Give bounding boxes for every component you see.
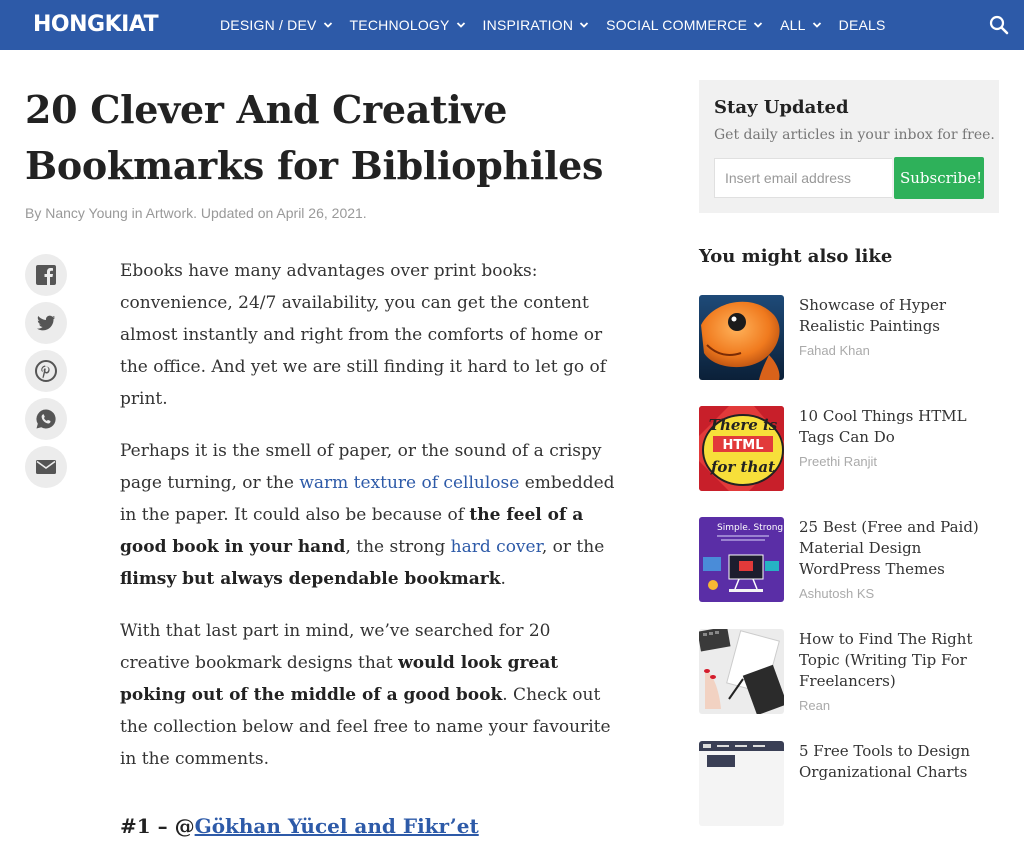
nav-item-label: DEALS — [838, 17, 886, 33]
nav-item-label: TECHNOLOGY — [349, 17, 450, 33]
related-title[interactable]: Showcase of Hyper Realistic Paintings — [799, 295, 999, 337]
share-buttons — [25, 254, 67, 494]
related-item[interactable]: Simple. Strong. 25 Best (Free and Paid) … — [699, 517, 1009, 603]
related-author: Fahad Khan — [799, 343, 870, 358]
thumb-text-line2: HTML — [723, 438, 764, 453]
share-facebook-button[interactable] — [25, 254, 67, 296]
paragraph-2: Perhaps it is the smell of paper, or the… — [120, 435, 620, 595]
email-input[interactable] — [714, 158, 892, 198]
share-email-button[interactable] — [25, 446, 67, 488]
nav-item-deals[interactable]: DEALS — [839, 17, 886, 33]
chevron-down-icon — [812, 22, 821, 28]
chevron-down-icon — [580, 22, 589, 28]
nav-item-label: ALL — [780, 17, 806, 33]
related-item[interactable]: How to Find The Right Topic (Writing Tip… — [699, 629, 1009, 715]
article-body: Ebooks have many advantages over print b… — [120, 255, 620, 841]
related-title[interactable]: 5 Free Tools to Design Organizational Ch… — [799, 741, 999, 783]
related-thumbnail-charts[interactable] — [699, 741, 784, 826]
share-pinterest-button[interactable] — [25, 350, 67, 392]
newsletter-box: Stay Updated Get daily articles in your … — [699, 80, 999, 213]
thumb-text: Simple. Strong. — [717, 523, 784, 533]
related-item[interactable]: There is HTML for that 10 Cool Things HT… — [699, 406, 1009, 492]
whatsapp-icon — [36, 409, 56, 429]
chevron-down-icon — [456, 22, 465, 28]
main-nav: DESIGN / DEV TECHNOLOGY INSPIRATION SOCI… — [220, 0, 903, 50]
article-title: 20 Clever And Creative Bookmarks for Bib… — [25, 87, 604, 188]
inline-link-hard-cover[interactable]: hard cover — [451, 537, 542, 557]
related-thumbnail-material[interactable]: Simple. Strong. — [699, 517, 784, 602]
nav-item-label: INSPIRATION — [482, 17, 574, 33]
twitter-icon — [37, 315, 56, 331]
byline-in: in — [127, 205, 146, 221]
nav-item-label: DESIGN / DEV — [220, 17, 317, 33]
nav-item-design-dev[interactable]: DESIGN / DEV — [220, 17, 333, 33]
chevron-down-icon — [323, 22, 332, 28]
related-thumbnail-html[interactable]: There is HTML for that — [699, 406, 784, 491]
nav-item-label: SOCIAL COMMERCE — [606, 17, 748, 33]
text: . — [500, 569, 506, 589]
heading-credit-link[interactable]: Gökhan Yücel and Fikr’et — [195, 814, 479, 838]
search-icon[interactable] — [989, 15, 1009, 35]
text: , the strong — [345, 537, 451, 557]
heading-prefix: #1 – @ — [120, 814, 195, 838]
nav-item-social-commerce[interactable]: SOCIAL COMMERCE — [606, 17, 763, 33]
related-item[interactable]: Showcase of Hyper Realistic Paintings Fa… — [699, 295, 1009, 381]
nav-item-technology[interactable]: TECHNOLOGY — [350, 17, 466, 33]
site-logo[interactable]: HONGKIAT — [33, 11, 159, 39]
related-author: Preethi Ranjit — [799, 454, 878, 469]
nav-item-all[interactable]: ALL — [780, 17, 822, 33]
byline-updated: . Updated on April 26, 2021. — [193, 205, 367, 221]
related-author: Ashutosh KS — [799, 586, 875, 601]
paragraph-intro: Ebooks have many advantages over print b… — [120, 261, 607, 409]
byline-by: By — [25, 205, 46, 221]
bold-text: flimsy but always dependable bookmark — [120, 569, 501, 589]
facebook-icon — [36, 265, 56, 286]
pinterest-icon — [35, 360, 57, 382]
thumb-text-line3: for that — [710, 458, 775, 476]
related-title[interactable]: 10 Cool Things HTML Tags Can Do — [799, 406, 999, 448]
paragraph-3: With that last part in mind, we’ve searc… — [120, 615, 620, 775]
related-thumbnail-writing[interactable] — [699, 629, 784, 714]
thumb-text-line1: There is — [709, 416, 778, 434]
share-whatsapp-button[interactable] — [25, 398, 67, 440]
article-byline: By Nancy Young in Artwork. Updated on Ap… — [25, 205, 367, 221]
top-navigation-bar: HONGKIAT DESIGN / DEV TECHNOLOGY INSPIRA… — [0, 0, 1024, 50]
category-link[interactable]: Artwork — [146, 205, 193, 221]
inline-link-cellulose[interactable]: warm texture of cellulose — [299, 473, 519, 493]
related-title[interactable]: 25 Best (Free and Paid) Material Design … — [799, 517, 999, 580]
related-title[interactable]: How to Find The Right Topic (Writing Tip… — [799, 629, 999, 692]
newsletter-subtitle: Get daily articles in your inbox for fre… — [714, 127, 995, 143]
section-heading-1: #1 – @Gökhan Yücel and Fikr’et — [120, 811, 620, 841]
subscribe-button[interactable]: Subscribe! — [894, 157, 984, 199]
email-icon — [36, 460, 56, 474]
nav-item-inspiration[interactable]: INSPIRATION — [483, 17, 590, 33]
newsletter-title: Stay Updated — [714, 97, 849, 118]
related-item[interactable]: 5 Free Tools to Design Organizational Ch… — [699, 741, 1009, 827]
author-link[interactable]: Nancy Young — [45, 205, 128, 221]
related-heading: You might also like — [699, 246, 893, 267]
share-twitter-button[interactable] — [25, 302, 67, 344]
related-author: Rean — [799, 698, 831, 713]
related-thumbnail-fish[interactable] — [699, 295, 784, 380]
chevron-down-icon — [753, 22, 763, 28]
text: , or the — [541, 537, 605, 557]
